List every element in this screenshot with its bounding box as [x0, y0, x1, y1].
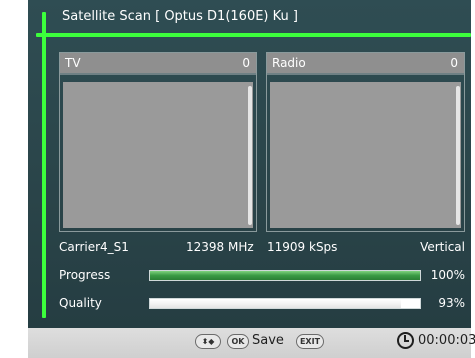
page-title: Satellite Scan [ Optus D1(160E) Ku ]: [62, 9, 298, 24]
frequency: 12398 MHz: [186, 240, 254, 254]
progress-label: Progress: [59, 268, 111, 282]
quality-label: Quality: [59, 296, 102, 310]
radio-channel-count: 0: [450, 56, 458, 70]
radio-channel-list[interactable]: [270, 82, 461, 228]
progress-value: 100%: [430, 268, 465, 282]
save-button[interactable]: Save: [252, 333, 284, 348]
scan-screen: Satellite Scan [ Optus D1(160E) Ku ] TV …: [28, 0, 471, 328]
quality-bar-fill: [150, 299, 402, 308]
accent-vertical-line: [42, 12, 46, 318]
elapsed-time: 00:00:03: [418, 333, 475, 348]
radio-panel-label: Radio: [272, 56, 306, 70]
tv-list-scrollbar[interactable]: [248, 86, 252, 225]
radio-list-scrollbar[interactable]: [456, 86, 460, 225]
accent-horizontal-line: [36, 33, 471, 37]
tv-panel-label: TV: [65, 56, 81, 70]
tv-channel-count: 0: [242, 56, 250, 70]
exit-key-icon[interactable]: EXIT: [296, 334, 324, 349]
quality-bar: [149, 298, 421, 309]
polarization: Vertical: [420, 240, 465, 254]
tv-channel-list[interactable]: [63, 82, 253, 228]
progress-bar: [149, 270, 421, 281]
help-bar: ⬍◆ OK Save EXIT 00:00:03: [28, 328, 475, 358]
tv-panel-header: TV 0: [60, 53, 256, 75]
transponder-info: Carrier4_S1 12398 MHz 11909 kSps Vertica…: [59, 240, 465, 258]
clock-icon: [397, 332, 414, 349]
carrier-name: Carrier4_S1: [59, 240, 129, 254]
radio-panel-header: Radio 0: [267, 53, 464, 75]
ok-key-icon[interactable]: OK: [227, 334, 249, 349]
symbol-rate: 11909 kSps: [267, 240, 338, 254]
navigation-arrows-icon[interactable]: ⬍◆: [195, 334, 221, 349]
progress-bar-fill: [150, 271, 420, 280]
radio-channel-panel: Radio 0: [266, 52, 465, 232]
quality-value: 93%: [438, 296, 465, 310]
tv-channel-panel: TV 0: [59, 52, 257, 232]
